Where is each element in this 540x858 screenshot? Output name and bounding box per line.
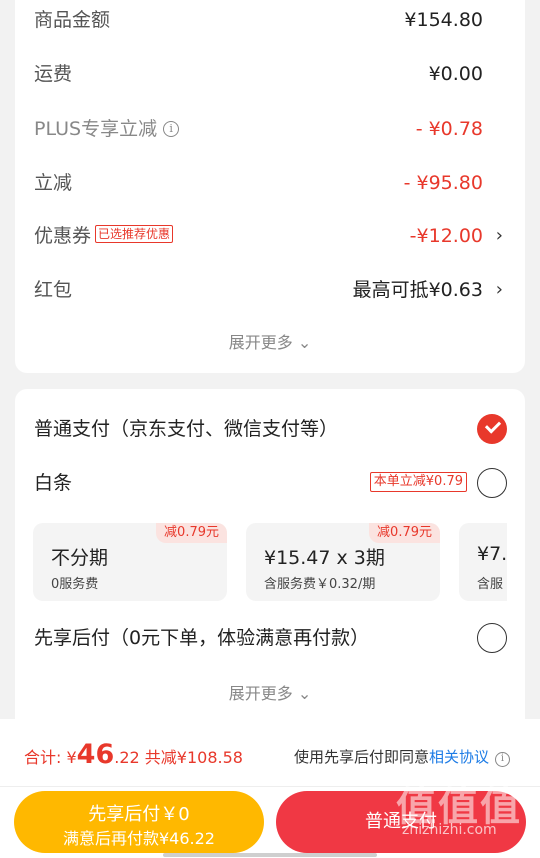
total-discount: 共减¥108.58	[144, 748, 243, 767]
normal-pay-button[interactable]: 普通支付	[276, 791, 526, 853]
installment-fee: 0服务费	[51, 577, 99, 592]
installment-fee: 含服务费￥0.32/期	[264, 577, 376, 592]
chevron-right-icon: ›	[495, 225, 503, 246]
expand-label: 展开更多	[228, 684, 293, 703]
row-label: 优惠券	[34, 225, 92, 247]
home-indicator	[163, 853, 377, 857]
row-label: 商品金额	[34, 9, 111, 31]
chevron-right-icon: ›	[495, 279, 503, 300]
radio-icon[interactable]	[477, 468, 507, 498]
payment-option-normal[interactable]: 普通支付（京东支付、微信支付等）	[15, 412, 525, 446]
row-label: 立减	[34, 172, 73, 194]
expand-label: 展开更多	[228, 333, 293, 352]
row-value: ¥154.80	[404, 9, 483, 31]
installment-title: 不分期	[51, 547, 109, 569]
row-instant-discount: 立减 - ¥95.80	[15, 168, 525, 198]
divider	[0, 786, 540, 787]
radio-checked-icon[interactable]	[477, 414, 507, 444]
expand-more-button[interactable]: 展开更多 ⌄	[15, 680, 525, 704]
row-value: 最高可抵¥0.63	[352, 279, 483, 301]
row-shipping: 运费 ¥0.00	[15, 59, 525, 89]
installment-option[interactable]: 减0.79元 不分期 0服务费	[33, 523, 227, 601]
row-red-packet[interactable]: 红包 最高可抵¥0.63 ›	[15, 275, 525, 305]
installment-fee: 含服	[477, 577, 504, 592]
total-integer: 46	[76, 739, 115, 770]
row-label: 红包	[34, 279, 73, 301]
pay-later-button-label: 先享后付￥0	[88, 804, 190, 825]
row-label: 运费	[34, 63, 73, 85]
installment-badge: 减0.79元	[156, 523, 227, 543]
baitiao-discount-tag: 本单立减¥0.79	[369, 472, 467, 492]
price-summary-card: 商品金额 ¥154.80 运费 ¥0.00 PLUS专享立减 i - ¥0.78 …	[15, 0, 525, 373]
expand-more-button[interactable]: 展开更多 ⌄	[15, 329, 525, 353]
installment-option[interactable]: 减0.79元 ¥15.47 x 3期 含服务费￥0.32/期	[246, 523, 440, 601]
total-prefix: 合计: ¥	[24, 748, 77, 767]
row-coupon[interactable]: 优惠券 已选推荐优惠 -¥12.00 ›	[15, 221, 525, 251]
info-icon[interactable]: i	[495, 752, 510, 767]
row-label-wrap: PLUS专享立减 i	[34, 114, 180, 144]
payment-option-label: 先享后付（0元下单，体验满意再付款）	[34, 627, 370, 649]
row-value: ¥0.00	[428, 63, 483, 85]
pay-later-button[interactable]: 先享后付￥0 满意后再付款¥46.22	[14, 791, 264, 853]
installment-badge: 减0.79元	[369, 523, 440, 543]
row-label: PLUS专享立减	[34, 118, 158, 140]
payment-method-card: 普通支付（京东支付、微信支付等） 白条 本单立减¥0.79 减0.79元 不分期…	[15, 389, 525, 729]
agreement-text: 使用先享后付即同意	[293, 748, 429, 766]
payment-option-label: 普通支付（京东支付、微信支付等）	[34, 418, 339, 440]
row-value: -¥12.00	[409, 225, 483, 247]
pay-later-button-sub: 满意后再付款¥46.22	[63, 829, 215, 848]
agreement-link[interactable]: 相关协议	[429, 748, 489, 766]
order-total: 合计: ¥46.22 共减¥108.58	[24, 739, 243, 770]
row-label-wrap: 优惠券 已选推荐优惠	[34, 221, 174, 251]
row-goods-amount: 商品金额 ¥154.80	[15, 5, 525, 35]
chevron-down-icon: ⌄	[297, 333, 312, 352]
agreement-note: 使用先享后付即同意相关协议 i	[294, 746, 510, 767]
radio-icon[interactable]	[477, 623, 507, 653]
recommended-tag: 已选推荐优惠	[95, 225, 174, 243]
row-value: - ¥0.78	[415, 118, 483, 140]
total-decimal: .22	[114, 748, 140, 767]
installment-option[interactable]: ¥7. 含服	[459, 523, 507, 601]
chevron-down-icon: ⌄	[297, 684, 312, 703]
info-icon[interactable]: i	[163, 121, 180, 137]
payment-option-label: 白条	[34, 472, 73, 494]
row-plus-discount: PLUS专享立减 i - ¥0.78	[15, 114, 525, 144]
installment-title: ¥7.	[477, 543, 507, 565]
checkout-bar: 合计: ¥46.22 共减¥108.58 使用先享后付即同意相关协议 i 先享后付…	[0, 719, 540, 858]
installment-title: ¥15.47 x 3期	[264, 547, 385, 569]
payment-option-pay-later[interactable]: 先享后付（0元下单，体验满意再付款）	[15, 621, 525, 655]
payment-option-baitiao[interactable]: 白条 本单立减¥0.79	[15, 466, 525, 500]
installment-list: 减0.79元 不分期 0服务费 减0.79元 ¥15.47 x 3期 含服务费￥…	[33, 523, 507, 601]
row-value: - ¥95.80	[403, 172, 483, 194]
